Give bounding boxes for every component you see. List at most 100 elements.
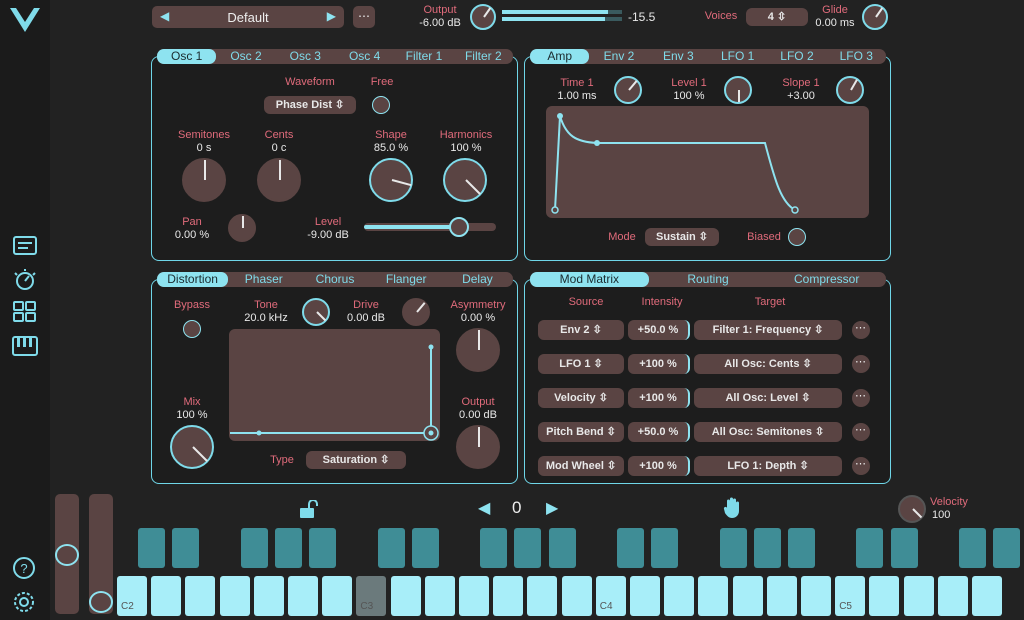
mod-source-selector[interactable]: LFO 1 ⇳ xyxy=(538,354,624,374)
mode-selector[interactable]: Sustain ⇳ xyxy=(645,228,719,246)
white-key[interactable] xyxy=(801,576,831,616)
mod-wheel[interactable] xyxy=(89,494,113,614)
black-key[interactable] xyxy=(890,528,918,568)
black-key[interactable] xyxy=(993,528,1021,568)
tab-lfo-2[interactable]: LFO 2 xyxy=(767,49,826,64)
black-key[interactable] xyxy=(617,528,644,568)
black-key[interactable] xyxy=(514,528,542,568)
cents-knob[interactable] xyxy=(257,158,301,202)
pan-knob[interactable] xyxy=(228,214,256,242)
mod-source-selector[interactable]: Pitch Bend ⇳ xyxy=(538,422,624,442)
tab-osc-4[interactable]: Osc 4 xyxy=(335,49,394,64)
tab-phaser[interactable]: Phaser xyxy=(228,272,299,287)
tab-lfo-1[interactable]: LFO 1 xyxy=(708,49,767,64)
tab-lfo-3[interactable]: LFO 3 xyxy=(827,49,886,64)
env-level-knob[interactable] xyxy=(724,76,752,104)
mod-row-more-button[interactable]: ⋯ xyxy=(852,457,870,475)
white-key[interactable] xyxy=(288,576,318,616)
black-key[interactable] xyxy=(959,528,986,568)
tab-env-3[interactable]: Env 3 xyxy=(649,49,708,64)
drive-knob[interactable] xyxy=(402,298,430,326)
white-key[interactable] xyxy=(424,576,455,616)
tab-delay[interactable]: Delay xyxy=(442,272,513,287)
voices-selector[interactable]: 4 ⇳ xyxy=(746,8,808,26)
velocity-knob[interactable] xyxy=(898,495,926,523)
biased-toggle[interactable] xyxy=(788,228,806,246)
tone-knob[interactable] xyxy=(302,298,330,326)
tab-mod-matrix[interactable]: Mod Matrix xyxy=(530,272,649,287)
black-key[interactable] xyxy=(411,528,439,568)
mod-target-selector[interactable]: LFO 1: Depth ⇳ xyxy=(694,456,842,476)
shape-knob[interactable] xyxy=(369,158,413,202)
glide-knob[interactable] xyxy=(862,4,888,30)
black-key[interactable] xyxy=(377,528,405,568)
unlock-icon[interactable] xyxy=(298,500,320,520)
mod-row-more-button[interactable]: ⋯ xyxy=(852,389,870,407)
harmonics-knob[interactable] xyxy=(443,158,487,202)
white-key[interactable] xyxy=(903,576,934,616)
white-key[interactable] xyxy=(937,576,968,616)
preset-browser-icon[interactable] xyxy=(12,234,38,258)
mod-intensity-field[interactable]: +100 % xyxy=(628,388,690,408)
white-key[interactable] xyxy=(219,576,250,616)
white-key[interactable] xyxy=(869,576,900,616)
black-key[interactable] xyxy=(480,528,508,568)
white-key[interactable] xyxy=(527,576,558,616)
black-key[interactable] xyxy=(548,528,576,568)
mod-target-selector[interactable]: Filter 1: Frequency ⇳ xyxy=(694,320,842,340)
mod-row-more-button[interactable]: ⋯ xyxy=(852,423,870,441)
mod-intensity-field[interactable]: +50.0 % xyxy=(628,320,690,340)
level-slider[interactable] xyxy=(364,217,496,237)
black-key[interactable] xyxy=(138,528,166,568)
preset-selector[interactable]: ◀ Default ▶ xyxy=(152,6,344,28)
knob-editor-icon[interactable] xyxy=(12,268,38,292)
keyboard-icon[interactable] xyxy=(12,334,38,358)
tab-amp[interactable]: Amp xyxy=(530,49,590,64)
tab-osc-2[interactable]: Osc 2 xyxy=(216,49,275,64)
time-knob[interactable] xyxy=(614,76,642,104)
white-key[interactable] xyxy=(493,576,524,616)
mod-row-more-button[interactable]: ⋯ xyxy=(852,355,870,373)
white-key[interactable] xyxy=(390,576,421,616)
mod-source-selector[interactable]: Velocity ⇳ xyxy=(538,388,624,408)
tab-osc-1[interactable]: Osc 1 xyxy=(157,49,217,64)
white-key[interactable] xyxy=(698,576,729,616)
tab-chorus[interactable]: Chorus xyxy=(299,272,370,287)
black-key[interactable] xyxy=(240,528,268,568)
black-key[interactable] xyxy=(719,528,747,568)
tab-flanger[interactable]: Flanger xyxy=(371,272,442,287)
mod-target-selector[interactable]: All Osc: Semitones ⇳ xyxy=(694,422,842,442)
mod-row-more-button[interactable]: ⋯ xyxy=(852,321,870,339)
white-key[interactable] xyxy=(253,576,284,616)
mod-target-selector[interactable]: All Osc: Cents ⇳ xyxy=(694,354,842,374)
white-key[interactable] xyxy=(459,576,489,616)
white-key[interactable] xyxy=(664,576,695,616)
black-key[interactable] xyxy=(172,528,200,568)
white-key[interactable] xyxy=(322,576,353,616)
tab-compressor[interactable]: Compressor xyxy=(767,272,886,287)
tab-distortion[interactable]: Distortion xyxy=(157,272,229,287)
preset-more-button[interactable]: ⋯ xyxy=(353,6,375,28)
white-key[interactable] xyxy=(185,576,216,616)
settings-gear-icon[interactable] xyxy=(12,590,38,614)
black-key[interactable] xyxy=(856,528,884,568)
next-preset-icon[interactable]: ▶ xyxy=(327,9,336,23)
white-key[interactable] xyxy=(732,576,763,616)
waveform-selector[interactable]: Phase Dist ⇳ xyxy=(264,96,356,114)
black-key[interactable] xyxy=(309,528,337,568)
mod-intensity-field[interactable]: +100 % xyxy=(628,456,690,476)
mod-source-selector[interactable]: Env 2 ⇳ xyxy=(538,320,624,340)
octave-down-icon[interactable]: ◀ xyxy=(478,498,490,518)
white-key[interactable] xyxy=(561,576,592,616)
tab-filter-1[interactable]: Filter 1 xyxy=(394,49,453,64)
mod-wheel-thumb[interactable] xyxy=(89,591,113,613)
pitch-bend-thumb[interactable] xyxy=(55,544,79,566)
help-icon[interactable]: ? xyxy=(12,556,38,580)
black-key[interactable] xyxy=(651,528,679,568)
bypass-toggle[interactable] xyxy=(183,320,201,338)
hold-hand-icon[interactable] xyxy=(722,496,744,520)
white-key[interactable] xyxy=(766,576,797,616)
tab-env-2[interactable]: Env 2 xyxy=(589,49,648,64)
tab-filter-2[interactable]: Filter 2 xyxy=(454,49,513,64)
mod-target-selector[interactable]: All Osc: Level ⇳ xyxy=(694,388,842,408)
